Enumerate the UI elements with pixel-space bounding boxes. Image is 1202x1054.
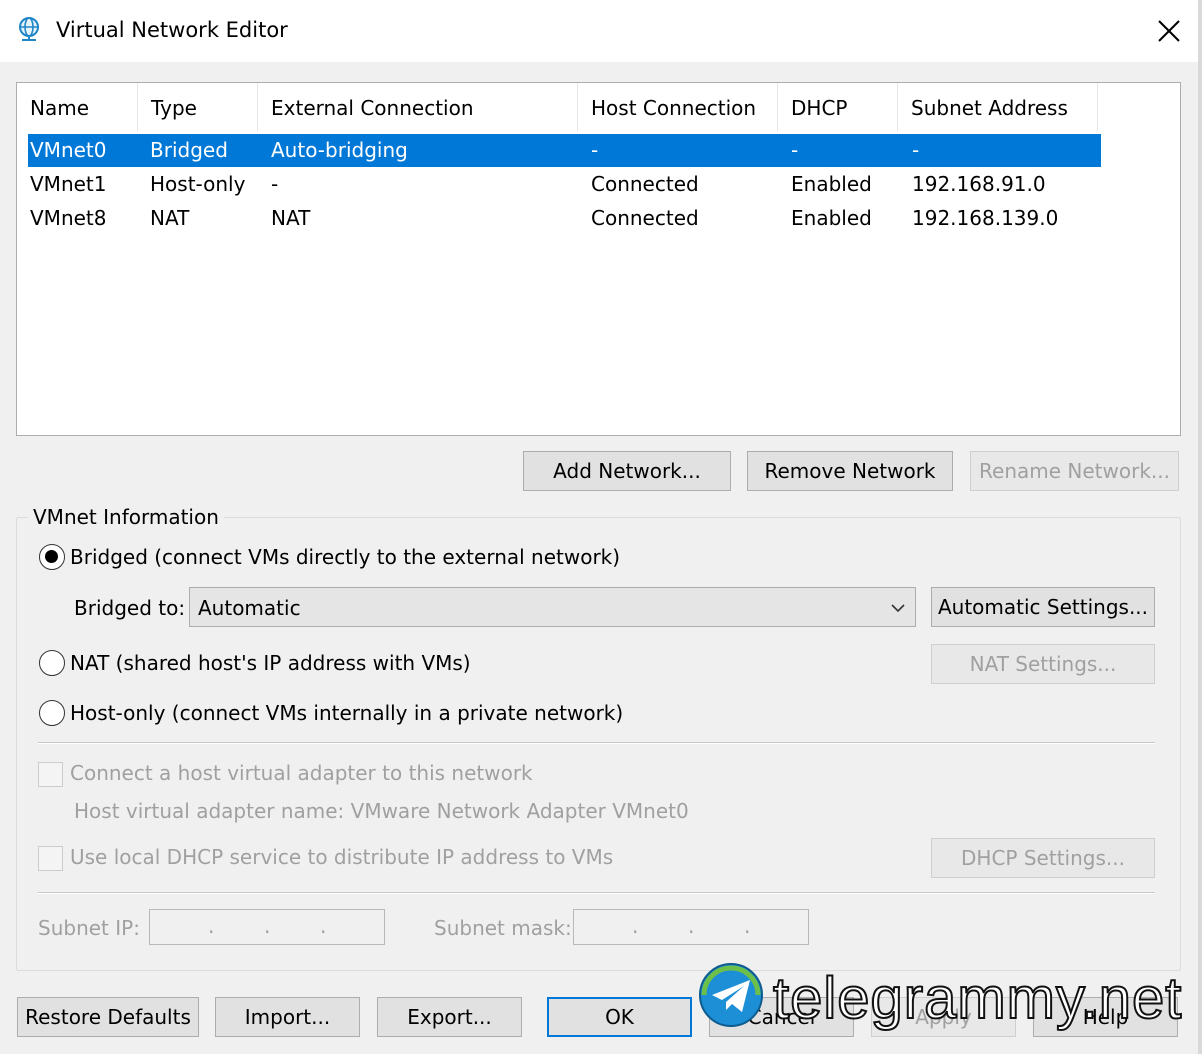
- host-only-radio[interactable]: [39, 700, 65, 726]
- bridged-to-label: Bridged to:: [74, 596, 186, 620]
- cell-external: Auto-bridging: [271, 138, 408, 162]
- subnet-ip-field[interactable]: ...: [149, 909, 385, 945]
- column-header-external-connection[interactable]: External Connection: [258, 83, 578, 131]
- telegram-logo-icon: [699, 963, 763, 1027]
- cell-name: VMnet8: [30, 206, 107, 230]
- cell-subnet: 192.168.139.0: [912, 206, 1059, 230]
- dhcp-checkbox[interactable]: [38, 846, 63, 871]
- connect-adapter-label[interactable]: Connect a host virtual adapter to this n…: [70, 761, 533, 785]
- dhcp-label[interactable]: Use local DHCP service to distribute IP …: [70, 845, 613, 869]
- column-header-dhcp[interactable]: DHCP: [778, 83, 898, 131]
- export-button[interactable]: Export...: [377, 997, 522, 1037]
- cell-dhcp: Enabled: [791, 172, 872, 196]
- close-icon[interactable]: [1148, 10, 1190, 52]
- cell-subnet: 192.168.91.0: [912, 172, 1046, 196]
- restore-defaults-button[interactable]: Restore Defaults: [17, 997, 199, 1037]
- bridged-label[interactable]: Bridged (connect VMs directly to the ext…: [70, 545, 620, 569]
- bridged-radio[interactable]: [39, 544, 65, 570]
- cell-host: -: [591, 138, 599, 162]
- automatic-settings-button[interactable]: Automatic Settings...: [931, 587, 1155, 627]
- add-network-button[interactable]: Add Network...: [523, 451, 731, 491]
- connect-adapter-checkbox[interactable]: [38, 762, 63, 787]
- dhcp-settings-button[interactable]: DHCP Settings...: [931, 838, 1155, 878]
- window-title: Virtual Network Editor: [56, 18, 288, 42]
- table-row[interactable]: VMnet0 Bridged Auto-bridging - - -: [28, 134, 1101, 167]
- subnet-ip-label: Subnet IP:: [38, 916, 140, 940]
- nat-radio[interactable]: [39, 650, 65, 676]
- host-only-label[interactable]: Host-only (connect VMs internally in a p…: [70, 701, 623, 725]
- adapter-name-text: Host virtual adapter name: VMware Networ…: [74, 799, 689, 823]
- column-header-name[interactable]: Name: [17, 83, 138, 131]
- cell-dhcp: Enabled: [791, 206, 872, 230]
- column-header-subnet-address[interactable]: Subnet Address: [898, 83, 1098, 131]
- window-edge: [1198, 0, 1202, 1054]
- cell-type: Host-only: [150, 172, 246, 196]
- vmnet-information-group: [16, 517, 1181, 971]
- group-title: VMnet Information: [28, 505, 224, 529]
- cell-name: VMnet0: [30, 138, 107, 162]
- remove-network-button[interactable]: Remove Network: [747, 451, 953, 491]
- subnet-mask-field[interactable]: ...: [573, 909, 809, 945]
- cell-external: NAT: [271, 206, 311, 230]
- watermark: telegrammy.net: [698, 962, 1198, 1054]
- cell-external: -: [271, 172, 279, 196]
- column-header-host-connection[interactable]: Host Connection: [578, 83, 778, 131]
- separator: [38, 742, 1155, 744]
- watermark-text: telegrammy.net: [772, 965, 1183, 1032]
- network-table[interactable]: Name Type External Connection Host Conne…: [16, 82, 1181, 436]
- cell-type: Bridged: [150, 138, 228, 162]
- chevron-down-icon: [891, 604, 905, 613]
- ok-button[interactable]: OK: [547, 997, 692, 1037]
- import-button[interactable]: Import...: [215, 997, 360, 1037]
- table-row[interactable]: VMnet8 NAT NAT Connected Enabled 192.168…: [28, 202, 1101, 235]
- cell-host: Connected: [591, 206, 699, 230]
- cell-dhcp: -: [791, 138, 799, 162]
- cell-subnet: -: [912, 138, 920, 162]
- bridged-to-select[interactable]: Automatic: [189, 587, 916, 627]
- rename-network-button[interactable]: Rename Network...: [970, 451, 1179, 491]
- cell-host: Connected: [591, 172, 699, 196]
- table-row[interactable]: VMnet1 Host-only - Connected Enabled 192…: [28, 168, 1101, 201]
- separator: [38, 892, 1155, 894]
- cell-type: NAT: [150, 206, 190, 230]
- globe-network-icon: [19, 17, 39, 41]
- nat-label[interactable]: NAT (shared host's IP address with VMs): [70, 651, 471, 675]
- subnet-mask-label: Subnet mask:: [434, 916, 572, 940]
- cell-name: VMnet1: [30, 172, 107, 196]
- title-bar: Virtual Network Editor: [0, 0, 1202, 62]
- bridged-to-value: Automatic: [198, 596, 301, 620]
- nat-settings-button[interactable]: NAT Settings...: [931, 644, 1155, 684]
- column-header-type[interactable]: Type: [138, 83, 258, 131]
